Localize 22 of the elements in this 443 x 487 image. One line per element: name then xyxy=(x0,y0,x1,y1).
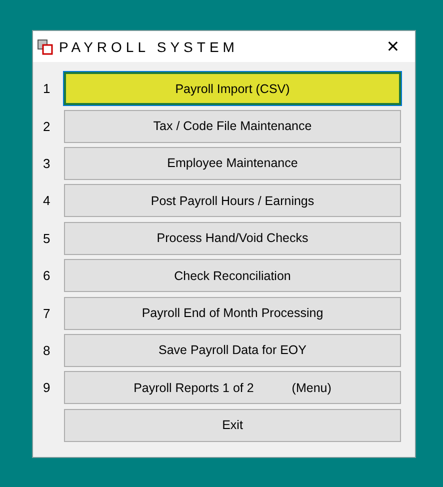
item-number: 7 xyxy=(42,306,52,321)
menu-button[interactable]: Payroll Import (CSV) xyxy=(64,72,401,106)
item-number: 2 xyxy=(42,118,52,134)
item-number: 6 xyxy=(42,268,52,284)
menu-button[interactable]: Tax / Code File Maintenance xyxy=(64,110,401,143)
menu-button[interactable]: Payroll End of Month Processing xyxy=(64,296,401,330)
menu-button[interactable]: Check Reconciliation xyxy=(64,259,401,292)
window-title: PAYROLL SYSTEM xyxy=(59,38,240,54)
menu-button[interactable]: Post Payroll Hours / Earnings xyxy=(64,184,401,218)
item-number: 3 xyxy=(42,156,52,171)
item-number: 8 xyxy=(42,342,52,358)
app-icon xyxy=(37,38,53,54)
menu-button[interactable]: Save Payroll Data for EOY xyxy=(64,334,401,367)
menu-button[interactable]: Exit xyxy=(64,408,401,442)
item-number: 1 xyxy=(42,81,52,96)
item-number: 9 xyxy=(42,380,52,396)
item-number: 4 xyxy=(42,193,52,208)
item-number: 5 xyxy=(42,230,52,246)
close-button[interactable]: ✕ xyxy=(371,31,415,62)
menu-button[interactable]: Payroll Reports 1 of 2 (Menu) xyxy=(64,371,401,404)
menu-button[interactable]: Employee Maintenance xyxy=(64,146,401,180)
menu-button[interactable]: Process Hand/Void Checks xyxy=(64,222,401,255)
